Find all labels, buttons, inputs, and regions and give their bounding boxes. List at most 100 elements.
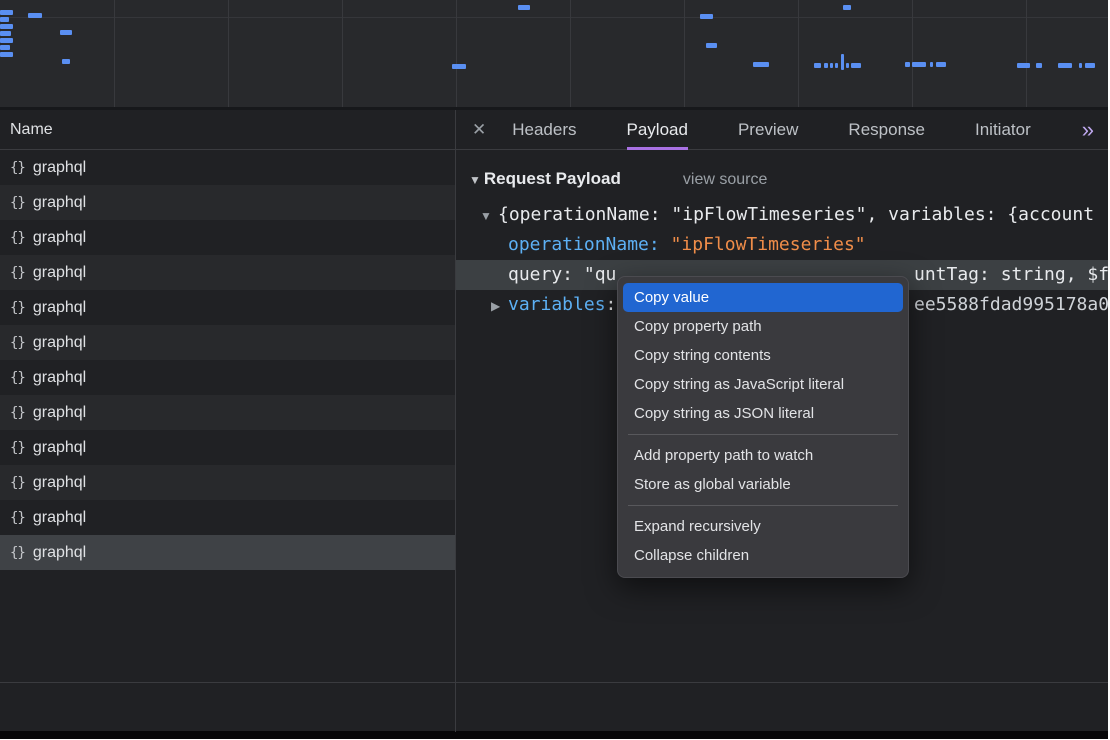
- window-bottom-edge: [0, 731, 1108, 739]
- tab-strip: Headers Payload Preview Response Initiator: [512, 110, 1082, 149]
- network-request-row[interactable]: {} graphql: [0, 465, 455, 500]
- tab-payload[interactable]: Payload: [627, 110, 688, 150]
- network-request-row[interactable]: {} graphql: [0, 500, 455, 535]
- json-braces-icon: {}: [10, 545, 25, 561]
- network-request-row[interactable]: {}graphql: [0, 150, 455, 185]
- overview-gridline: [684, 0, 685, 107]
- devtools-window: Name {}graphql{}graphql{}graphql{}graphq…: [0, 0, 1108, 739]
- menu-item-store-as-global-variable[interactable]: Store as global variable: [618, 470, 908, 499]
- json-braces-icon: {}: [10, 510, 25, 526]
- json-braces-icon: {}: [10, 230, 25, 246]
- menu-separator: [628, 434, 898, 435]
- tab-initiator[interactable]: Initiator: [975, 110, 1031, 150]
- expand-arrow-icon[interactable]: ▶: [491, 291, 508, 320]
- request-name-label: graphql: [33, 334, 86, 352]
- request-timing-bar: [835, 63, 838, 68]
- payload-row-operationname[interactable]: operationName: "ipFlowTimeseries": [456, 230, 1108, 260]
- request-timing-bar: [843, 5, 851, 10]
- menu-item-collapse-children[interactable]: Collapse children: [618, 541, 908, 570]
- request-timing-bar: [905, 62, 910, 67]
- network-rows: {} graphql {} graphql {} graphql {} graphql {} gr…: [0, 150, 455, 570]
- menu-item-copy-string-contents[interactable]: Copy string contents: [618, 341, 908, 370]
- request-timing-bar: [824, 63, 828, 68]
- request-timing-bar: [0, 31, 11, 36]
- summary-bar-divider: [0, 682, 1108, 683]
- clipped-value-fragment: untTag: string, $f: [914, 260, 1108, 290]
- request-timing-bar: [1036, 63, 1042, 68]
- request-timing-bar: [518, 5, 530, 10]
- tab-response[interactable]: Response: [848, 110, 925, 150]
- request-timing-bar: [1017, 63, 1030, 68]
- request-timing-bar: [930, 62, 933, 67]
- network-overview[interactable]: [0, 0, 1108, 110]
- request-name-label: graphql: [33, 264, 86, 282]
- overview-gridline: [228, 0, 229, 107]
- request-timing-bar: [1085, 63, 1095, 68]
- request-timing-bar: [706, 43, 717, 48]
- request-name-label: graphql: [33, 474, 86, 492]
- request-timing-bar: [851, 63, 861, 68]
- property-key: variables: [508, 294, 606, 315]
- json-braces-icon: {}: [10, 300, 25, 316]
- menu-item-expand-recursively[interactable]: Expand recursively: [618, 512, 908, 541]
- overview-gridline: [342, 0, 343, 107]
- request-name-label: graphql: [33, 229, 86, 247]
- tab-preview[interactable]: Preview: [738, 110, 798, 150]
- detail-tab-bar: ✕ Headers Payload Preview Response Initiator…: [456, 110, 1108, 150]
- network-request-row[interactable]: {}graphql: [0, 290, 455, 325]
- request-name-label: graphql: [33, 404, 86, 422]
- collapse-arrow-icon[interactable]: ▼: [469, 173, 481, 187]
- more-tabs-icon[interactable]: »: [1082, 110, 1092, 150]
- request-timing-bar: [452, 64, 466, 69]
- request-name-label: graphql: [33, 439, 86, 457]
- json-braces-icon: {}: [10, 370, 25, 386]
- expand-arrow-icon[interactable]: ▼: [480, 201, 498, 230]
- request-name-label: graphql: [33, 194, 86, 212]
- menu-item-copy-property-path[interactable]: Copy property path: [618, 312, 908, 341]
- network-request-row[interactable]: {}graphql: [0, 360, 455, 395]
- json-braces-icon: {}: [10, 265, 25, 281]
- tab-headers[interactable]: Headers: [512, 110, 576, 150]
- overview-gridline: [456, 0, 457, 107]
- request-timing-bar: [28, 13, 42, 18]
- menu-item-copy-string-as-json-literal[interactable]: Copy string as JSON literal: [618, 399, 908, 428]
- request-timing-bar: [0, 38, 13, 43]
- property-value-start: "qu: [584, 264, 617, 285]
- request-payload-section-header[interactable]: ▼Request Payload view source: [456, 163, 1108, 195]
- property-key: query:: [508, 264, 584, 285]
- menu-item-copy-value[interactable]: Copy value: [623, 283, 903, 312]
- menu-separator: [628, 505, 898, 506]
- panel-split-divider[interactable]: [455, 110, 456, 732]
- overview-gridline: [912, 0, 913, 107]
- network-request-row[interactable]: {} graphql: [0, 220, 455, 255]
- menu-item-copy-string-as-javascript-literal[interactable]: Copy string as JavaScript literal: [618, 370, 908, 399]
- request-timing-bar: [1058, 63, 1072, 68]
- section-title: Request Payload: [484, 169, 621, 188]
- network-request-row[interactable]: {} graphql: [0, 325, 455, 360]
- clipped-value-fragment: ee5588fdad995178a0: [914, 290, 1108, 320]
- name-column-header[interactable]: Name: [0, 110, 455, 150]
- request-timing-bar: [1079, 63, 1082, 68]
- property-key: operationName:: [508, 234, 671, 255]
- json-braces-icon: {}: [10, 335, 25, 351]
- network-request-list: Name {}graphql{}graphql{}graphql{}graphq…: [0, 110, 455, 682]
- close-icon[interactable]: ✕: [472, 120, 486, 140]
- overview-horizontal-gridline: [0, 17, 1108, 18]
- view-source-link[interactable]: view source: [683, 171, 767, 188]
- menu-item-add-property-path-to-watch[interactable]: Add property path to watch: [618, 441, 908, 470]
- json-braces-icon: {}: [10, 475, 25, 491]
- request-timing-bar: [0, 17, 9, 22]
- request-name-label: graphql: [33, 509, 86, 527]
- request-timing-bar: [700, 14, 713, 19]
- property-value: "ipFlowTimeseries": [671, 234, 866, 255]
- network-request-row[interactable]: {} graphql: [0, 255, 455, 290]
- request-timing-bar: [846, 63, 849, 68]
- json-braces-icon: {}: [10, 160, 25, 176]
- network-request-row[interactable]: {}graphql: [0, 430, 455, 465]
- network-request-row[interactable]: {}graphql: [0, 535, 455, 570]
- network-request-row[interactable]: {}graphql: [0, 185, 455, 220]
- request-timing-bar: [62, 59, 70, 64]
- payload-summary-row[interactable]: ▼{operationName: "ipFlowTimeseries", var…: [456, 200, 1108, 230]
- network-request-row[interactable]: {}graphql: [0, 395, 455, 430]
- request-timing-bar: [841, 54, 844, 70]
